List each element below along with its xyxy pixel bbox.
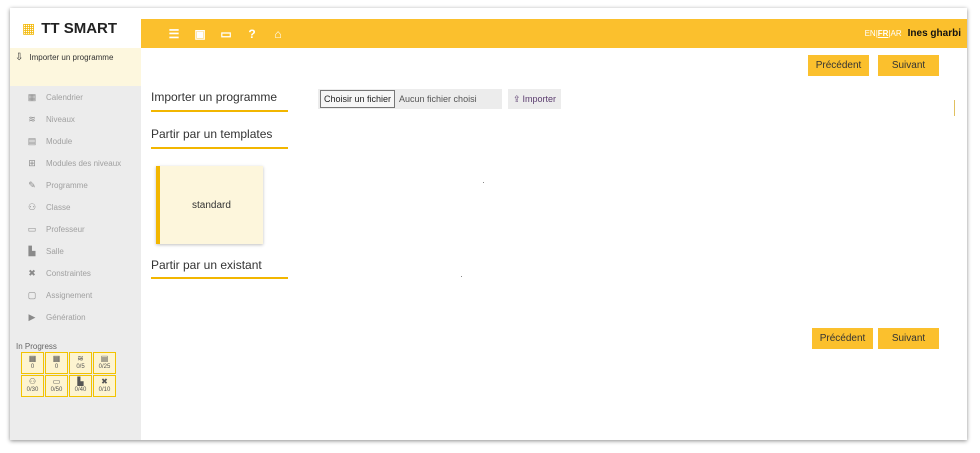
sidebar-item-calendrier[interactable]: ▦ Calendrier (10, 86, 141, 108)
calendar-icon: ▦ (28, 354, 37, 363)
users-icon: ⚇ (27, 201, 37, 212)
import-button-label: Importer (522, 94, 557, 104)
next-button-bottom[interactable]: Suivant (878, 328, 939, 349)
template-card-label: standard (192, 199, 231, 211)
sidebar-item-label: Assignement (46, 290, 93, 300)
progress-cell: ⚇ 0/30 (21, 375, 44, 397)
users-icon: ⚇ (28, 377, 37, 386)
divider (954, 100, 955, 116)
file-status: Aucun fichier choisi (399, 94, 477, 104)
sidebar-menu: ▦ Calendrier ≋ Niveaux ▤ Module ⊞ Modules des n… (10, 86, 141, 328)
teacher-icon: ▭ (27, 223, 37, 234)
prev-button-bottom[interactable]: Précédent (812, 328, 873, 349)
teacher-icon[interactable]: ▭ (219, 27, 233, 41)
template-card-standard[interactable]: standard (156, 166, 263, 244)
sidebar-item-label: Importer un programme (29, 53, 114, 62)
title-underline (151, 277, 288, 279)
calendar-icon: ▦ (52, 354, 61, 363)
progress-value: 0/10 (98, 387, 111, 393)
templates-title: Partir par un templates (151, 127, 273, 141)
progress-value: 0/25 (98, 364, 111, 370)
progress-cell: ▙ 0/40 (69, 375, 92, 397)
sidebar-item-label: Classe (46, 202, 71, 212)
progress-cell: ✖ 0/10 (93, 375, 116, 397)
sidebar-item-label: Niveaux (46, 114, 75, 124)
lang-fr[interactable]: FR (878, 29, 889, 38)
user-name[interactable]: Ines gharbi (908, 28, 961, 39)
next-button-top[interactable]: Suivant (878, 55, 939, 76)
progress-grid: ▦ 0 ▦ 0 ≋ 0/5 ▤ 0/25 ⚇ 0/30 ▭ 0/50 ▙ 0/40 ✖ 0/10 (21, 352, 116, 397)
progress-cell: ≋ 0/5 (69, 352, 92, 374)
sidebar-item-label: Programme (46, 180, 88, 190)
file-input[interactable]: Choisir un fichier Aucun fichier choisi (318, 89, 502, 109)
progress-value: 0/50 (50, 387, 63, 393)
progress-cell: ▦ 0 (45, 352, 68, 374)
pencil-icon: ✎ (28, 179, 36, 190)
import-title: Importer un programme (151, 90, 278, 104)
room-icon: ▙ (28, 245, 36, 256)
help-icon[interactable]: ? (245, 27, 259, 41)
menu-icon[interactable]: ☰ (167, 27, 181, 41)
prev-button-top[interactable]: Précédent (808, 55, 869, 76)
book-icon: ▤ (27, 135, 37, 146)
tools-icon: ✖ (101, 377, 108, 386)
sidebar-item-salle[interactable]: ▙ Salle (10, 240, 141, 262)
app-window: ▦ TT SMART ⇩ Importer un programme ▦ Cale… (10, 8, 967, 440)
lang-ar[interactable]: AR (891, 29, 902, 38)
dot (461, 276, 462, 277)
language-switcher: EN|FR|AR (865, 29, 902, 38)
title-underline (151, 110, 288, 112)
assign-icon: ▢ (27, 289, 37, 300)
sidebar-item-label: Constraintes (46, 268, 91, 278)
sidebar-item-label: Module (46, 136, 73, 146)
progress-value: 0/5 (76, 364, 85, 370)
sidebar-item-importer[interactable]: ⇩ Importer un programme (10, 48, 141, 86)
progress-cell: ▭ 0/50 (45, 375, 68, 397)
import-icon: ⇩ (15, 52, 24, 63)
sidebar-item-label: Calendrier (46, 92, 83, 102)
brand[interactable]: ▦ TT SMART (10, 8, 141, 48)
progress-value: 0/30 (26, 387, 39, 393)
import-button[interactable]: ⇪ Importer (508, 89, 562, 109)
sidebar-item-génération[interactable]: ▶ Génération (10, 306, 141, 328)
progress-value: 0/40 (74, 387, 87, 393)
progress-value: 0 (30, 364, 35, 370)
dot (483, 182, 484, 183)
sidebar-item-modules-des-niveaux[interactable]: ⊞ Modules des niveaux (10, 152, 141, 174)
progress-cell: ▤ 0/25 (93, 352, 116, 374)
sitemap-icon: ⊞ (28, 157, 36, 168)
sidebar-item-professeur[interactable]: ▭ Professeur (10, 218, 141, 240)
top-bar: ☰ ▣ ▭ ? ⌂ EN|FR|AR Ines gharbi (141, 19, 967, 48)
calendar-icon: ▦ (27, 91, 37, 102)
title-underline (151, 147, 288, 149)
sidebar-item-label: Professeur (46, 224, 85, 234)
sidebar-item-constraintes[interactable]: ✖ Constraintes (10, 262, 141, 284)
book-icon: ▤ (100, 354, 109, 363)
sidebar-item-niveaux[interactable]: ≋ Niveaux (10, 108, 141, 130)
room-icon: ▙ (77, 377, 84, 386)
sidebar-item-classe[interactable]: ⚇ Classe (10, 196, 141, 218)
play-icon: ▶ (28, 311, 36, 322)
upload-icon: ⇪ (513, 93, 521, 104)
sidebar-item-label: Modules des niveaux (46, 158, 122, 168)
progress-cell: ▦ 0 (21, 352, 44, 374)
layers-icon: ≋ (28, 113, 36, 124)
brand-name: TT SMART (41, 19, 118, 37)
sidebar-item-label: Génération (46, 312, 86, 322)
layers-icon: ≋ (77, 354, 84, 363)
tools-icon: ✖ (28, 267, 36, 278)
sidebar-item-programme[interactable]: ✎ Programme (10, 174, 141, 196)
save-icon[interactable]: ▣ (193, 27, 207, 41)
progress-value: 0 (54, 364, 59, 370)
lang-en[interactable]: EN (865, 29, 876, 38)
sidebar-item-label: Salle (46, 246, 64, 256)
teacher-icon: ▭ (52, 377, 61, 386)
existing-title: Partir par un existant (151, 258, 262, 272)
sidebar-item-assignement[interactable]: ▢ Assignement (10, 284, 141, 306)
choose-file-button[interactable]: Choisir un fichier (320, 90, 396, 108)
calendar-logo-icon: ▦ (22, 19, 36, 36)
sidebar-item-module[interactable]: ▤ Module (10, 130, 141, 152)
home-icon[interactable]: ⌂ (271, 27, 285, 41)
